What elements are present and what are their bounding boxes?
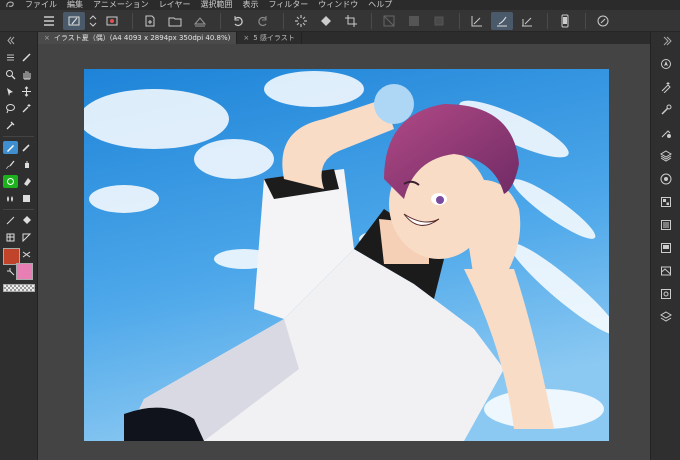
- color-wheel-icon[interactable]: [651, 170, 680, 188]
- layer-off-icon[interactable]: [378, 12, 400, 30]
- layer-property-icon[interactable]: [651, 285, 680, 303]
- hand-icon[interactable]: [19, 68, 34, 81]
- menu-filter[interactable]: フィルター: [263, 0, 313, 10]
- sub-color-swatch[interactable]: [16, 263, 33, 280]
- menu-help[interactable]: ヘルプ: [363, 0, 397, 10]
- frame-icon[interactable]: [3, 231, 18, 244]
- brush-select-icon[interactable]: [63, 11, 85, 30]
- pen-tool-icon[interactable]: [2, 141, 18, 154]
- blend-icon[interactable]: [3, 192, 18, 205]
- menu-bar: ファイル 編集 アニメーション レイヤー 選択範囲 表示 フィルター ウィンドウ…: [0, 0, 680, 10]
- eyedropper-icon[interactable]: [3, 119, 18, 132]
- subtool-detail-icon[interactable]: [651, 124, 680, 142]
- crop-icon[interactable]: [340, 12, 362, 30]
- toolbar-divider: [547, 12, 548, 29]
- app-logo-icon[interactable]: [0, 0, 20, 10]
- pencil-icon[interactable]: [19, 141, 34, 154]
- menu-icon[interactable]: [38, 12, 60, 30]
- toolbar-divider: [220, 12, 221, 29]
- stepper-icon[interactable]: [88, 12, 98, 30]
- menu-layer[interactable]: レイヤー: [154, 0, 196, 10]
- toolbar-divider: [132, 12, 133, 29]
- phone-icon[interactable]: [554, 12, 576, 30]
- panel-menu-icon[interactable]: [3, 51, 18, 64]
- object-select-icon[interactable]: [3, 85, 18, 98]
- loading-icon[interactable]: [290, 12, 312, 30]
- brush-size-icon[interactable]: [651, 101, 680, 119]
- line-icon[interactable]: [3, 214, 18, 227]
- open-folder-icon[interactable]: [164, 12, 186, 30]
- layer-icon[interactable]: [651, 147, 680, 165]
- move-icon[interactable]: [19, 85, 34, 98]
- close-tab-icon[interactable]: ×: [44, 32, 50, 44]
- right-dock: [650, 32, 680, 460]
- color-history-icon[interactable]: [651, 216, 680, 234]
- tab-document-2[interactable]: × 5 感イラスト: [237, 32, 302, 44]
- command-bar: [0, 10, 680, 32]
- new-file-icon[interactable]: [139, 12, 161, 30]
- pen-circle-icon[interactable]: [592, 12, 614, 30]
- record-icon[interactable]: [101, 12, 123, 30]
- toolbar-divider: [371, 12, 372, 29]
- tab-label: イラスト夏（偶）(A4 4093 x 2894px 350dpi 40.8%): [53, 34, 231, 42]
- menu-selection[interactable]: 選択範囲: [195, 0, 237, 10]
- eraser-icon[interactable]: [19, 175, 34, 188]
- tool-divider: [3, 209, 34, 210]
- balloon-icon[interactable]: [19, 248, 34, 261]
- document-tabs: × イラスト夏（偶）(A4 4093 x 2894px 350dpi 40.8%…: [38, 32, 650, 44]
- fill-bucket-icon[interactable]: [19, 192, 34, 205]
- layer-mid-icon[interactable]: [403, 12, 425, 30]
- airbrush-icon[interactable]: [19, 158, 34, 171]
- ruler-icon[interactable]: [466, 12, 488, 30]
- close-tab-icon[interactable]: ×: [243, 32, 249, 44]
- tool-divider: [3, 136, 34, 137]
- menu-view[interactable]: 表示: [237, 0, 263, 10]
- menu-edit[interactable]: 編集: [62, 0, 88, 10]
- magic-wand-icon[interactable]: [19, 102, 34, 115]
- gradient-icon[interactable]: [19, 214, 34, 227]
- menu-animation[interactable]: アニメーション: [88, 0, 154, 10]
- tool-property-icon[interactable]: [651, 78, 680, 96]
- layer-search-icon[interactable]: [651, 308, 680, 326]
- redo-icon[interactable]: [252, 12, 274, 30]
- canvas-area[interactable]: [38, 44, 650, 460]
- shape-icon[interactable]: [19, 231, 34, 244]
- pen-icon[interactable]: [19, 51, 34, 64]
- lasso-icon[interactable]: [3, 102, 18, 115]
- save-icon[interactable]: [189, 12, 211, 30]
- tab-label: 5 感イラスト: [253, 34, 295, 42]
- toolbar-divider: [283, 12, 284, 29]
- collapse-icon[interactable]: [3, 34, 18, 47]
- material-icon[interactable]: [651, 262, 680, 280]
- transparent-color-swatch[interactable]: [3, 284, 35, 292]
- menu-window[interactable]: ウィンドウ: [313, 0, 363, 10]
- menu-file[interactable]: ファイル: [20, 0, 62, 10]
- toolbar-divider: [585, 12, 586, 29]
- tool-palette: [0, 32, 38, 460]
- toolbar-divider: [459, 12, 460, 29]
- color-set-icon[interactable]: [651, 193, 680, 211]
- sub-view-icon[interactable]: [651, 239, 680, 257]
- illustration-canvas[interactable]: [84, 69, 609, 441]
- layer-dark-icon[interactable]: [428, 12, 450, 30]
- pen-ruler-icon[interactable]: [491, 11, 513, 30]
- decoration-icon[interactable]: [2, 175, 18, 188]
- collapse-icon[interactable]: [651, 32, 680, 50]
- navigator-icon[interactable]: [651, 55, 680, 73]
- zoom-icon[interactable]: [3, 68, 18, 81]
- fill-icon[interactable]: [315, 12, 337, 30]
- tab-document-1[interactable]: × イラスト夏（偶）(A4 4093 x 2894px 350dpi 40.8%…: [38, 32, 238, 44]
- undo-icon[interactable]: [227, 12, 249, 30]
- brush-icon[interactable]: [3, 158, 18, 171]
- ruler-alt-icon[interactable]: [516, 12, 538, 30]
